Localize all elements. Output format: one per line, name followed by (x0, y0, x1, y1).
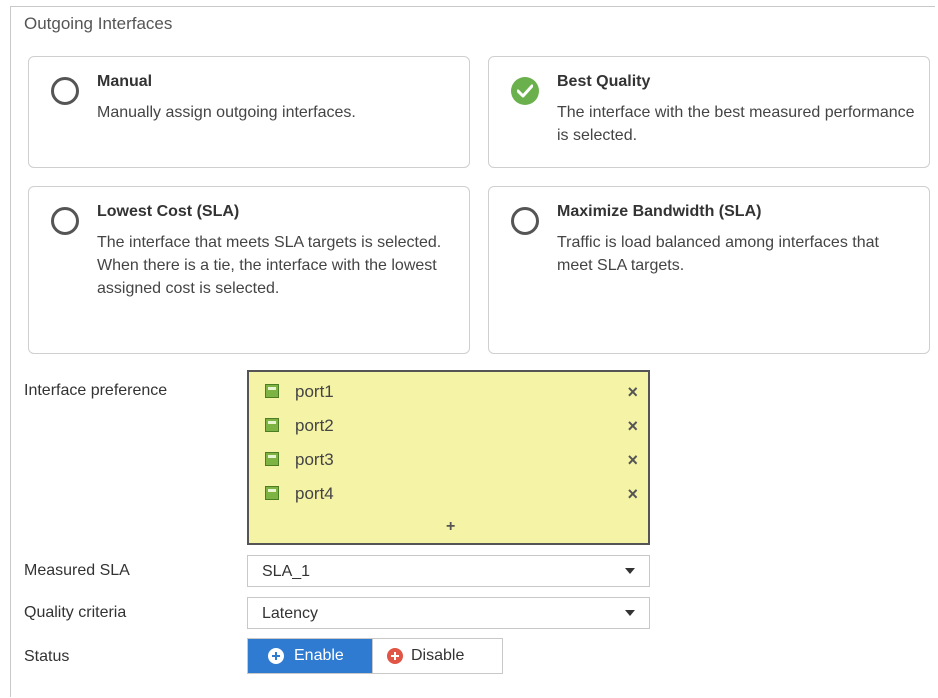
chevron-down-icon (625, 568, 635, 574)
interface-preference-list[interactable]: port1 × port2 × port3 × port4 × + (247, 370, 650, 545)
select-value: SLA_1 (262, 563, 311, 580)
option-description: The interface with the best measured per… (557, 104, 915, 144)
select-value: Latency (262, 605, 319, 622)
option-title: Maximize Bandwidth (SLA) (557, 203, 762, 220)
chevron-down-icon (625, 610, 635, 616)
option-title: Best Quality (557, 73, 651, 90)
list-item[interactable]: port3 × (265, 450, 638, 474)
port-name: port1 (295, 382, 334, 401)
port-icon (265, 418, 279, 432)
list-item[interactable]: port4 × (265, 484, 638, 508)
remove-icon[interactable]: × (627, 484, 638, 504)
checkmark-icon[interactable] (511, 77, 539, 105)
port-name: port3 (295, 450, 334, 469)
port-name: port4 (295, 484, 334, 503)
enable-label: Enable (294, 647, 344, 664)
remove-icon[interactable]: × (627, 450, 638, 470)
enable-button[interactable]: Enable (248, 639, 372, 673)
interface-preference-label: Interface preference (24, 382, 168, 399)
disable-label: Disable (411, 647, 465, 664)
add-icon[interactable]: + (446, 518, 455, 536)
option-description: The interface that meets SLA targets is … (97, 234, 442, 297)
option-manual[interactable]: Manual Manually assign outgoing interfac… (28, 56, 470, 168)
disable-button[interactable]: Disable (372, 639, 502, 673)
section-title: Outgoing Interfaces (24, 14, 173, 33)
port-name: port2 (295, 416, 334, 435)
port-icon (265, 452, 279, 466)
option-lowest-cost-sla[interactable]: Lowest Cost (SLA) The interface that mee… (28, 186, 470, 354)
quality-criteria-label: Quality criteria (24, 604, 127, 621)
radio-unchecked-icon[interactable] (51, 77, 79, 105)
option-maximize-bandwidth-sla[interactable]: Maximize Bandwidth (SLA) Traffic is load… (488, 186, 930, 354)
option-title: Manual (97, 73, 153, 90)
measured-sla-label: Measured SLA (24, 562, 130, 579)
list-item[interactable]: port2 × (265, 416, 638, 440)
option-description: Traffic is load balanced among interface… (557, 234, 879, 274)
option-title: Lowest Cost (SLA) (97, 203, 240, 220)
quality-criteria-select[interactable]: Latency (247, 597, 650, 629)
radio-unchecked-icon[interactable] (51, 207, 79, 235)
port-icon (265, 384, 279, 398)
plus-circle-icon (268, 648, 284, 664)
remove-icon[interactable]: × (627, 416, 638, 436)
minus-circle-icon (387, 648, 403, 664)
list-item[interactable]: port1 × (265, 382, 638, 406)
status-toggle: Enable Disable (247, 638, 503, 674)
port-icon (265, 486, 279, 500)
radio-unchecked-icon[interactable] (511, 207, 539, 235)
option-best-quality[interactable]: Best Quality The interface with the best… (488, 56, 930, 168)
option-description: Manually assign outgoing interfaces. (97, 104, 356, 121)
measured-sla-select[interactable]: SLA_1 (247, 555, 650, 587)
remove-icon[interactable]: × (627, 382, 638, 402)
status-label: Status (24, 648, 70, 665)
